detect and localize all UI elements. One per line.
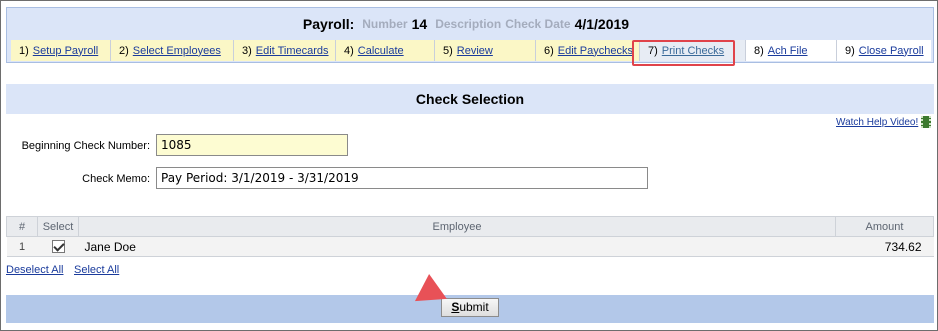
step-link-print-checks[interactable]: Print Checks	[662, 45, 724, 57]
submit-button[interactable]: Submit	[441, 298, 499, 317]
step-link-review[interactable]: Review	[457, 45, 493, 57]
step-setup-payroll[interactable]: 1) Setup Payroll	[11, 40, 111, 61]
step-link-calculate[interactable]: Calculate	[358, 45, 404, 57]
wizard-steps: 1) Setup Payroll 2) Select Employees 3) Edi…	[11, 40, 931, 61]
pointer-arrow-icon	[413, 272, 447, 302]
select-all-link[interactable]: Select All	[74, 264, 119, 276]
payroll-title-row: Payroll: Number 14 Description Check Dat…	[7, 8, 933, 40]
step-select-employees[interactable]: 2) Select Employees	[111, 40, 234, 61]
step-link-close-payroll[interactable]: Close Payroll	[859, 45, 924, 57]
step-link-ach-file[interactable]: Ach File	[768, 45, 808, 57]
submit-label-rest: ubmit	[459, 300, 489, 314]
step-link-edit-paychecks[interactable]: Edit Paychecks	[558, 45, 633, 57]
table-header-row: # Select Employee Amount	[6, 216, 934, 237]
beginning-check-input[interactable]	[156, 134, 348, 156]
row-amount: 734.62	[835, 236, 934, 257]
step-ach-file[interactable]: 8) Ach File	[746, 40, 837, 61]
check-memo-input[interactable]	[156, 167, 648, 189]
header-select[interactable]: Select	[37, 216, 79, 237]
payroll-title: Payroll:	[302, 16, 355, 32]
header-employee[interactable]: Employee	[78, 216, 836, 237]
check-memo-label: Check Memo:	[82, 173, 150, 185]
number-label: Number	[362, 17, 408, 31]
header-num: #	[6, 216, 38, 237]
payroll-wizard: Payroll: Number 14 Description Check Dat…	[6, 7, 934, 63]
row-select-cell	[37, 236, 79, 257]
step-link-select-employees[interactable]: Select Employees	[133, 45, 221, 57]
step-print-checks[interactable]: 7) Print Checks	[640, 40, 746, 61]
step-calculate[interactable]: 4) Calculate	[336, 40, 435, 61]
header-amount[interactable]: Amount	[835, 216, 934, 237]
check-date-value: 4/1/2019	[574, 16, 630, 32]
table-row: 1 Jane Doe 734.62	[6, 236, 934, 257]
check-date-label: Check Date	[505, 17, 571, 31]
deselect-all-link[interactable]: Deselect All	[6, 264, 63, 276]
beginning-check-label: Beginning Check Number:	[21, 140, 150, 152]
step-edit-timecards[interactable]: 3) Edit Timecards	[234, 40, 336, 61]
description-label: Description	[435, 17, 502, 31]
step-close-payroll[interactable]: 9) Close Payroll	[837, 40, 931, 61]
step-review[interactable]: 5) Review	[435, 40, 536, 61]
employee-check-table: # Select Employee Amount 1 Jane Doe 734.…	[6, 216, 934, 257]
film-icon	[921, 116, 932, 128]
step-edit-paychecks[interactable]: 6) Edit Paychecks	[536, 40, 640, 61]
step-link-edit-timecards[interactable]: Edit Timecards	[256, 45, 329, 57]
help-video-label: Watch Help Video!	[836, 116, 919, 128]
number-value: 14	[411, 16, 428, 32]
row-select-checkbox[interactable]	[51, 240, 65, 253]
row-employee: Jane Doe	[78, 236, 836, 257]
step-link-setup-payroll[interactable]: Setup Payroll	[33, 45, 98, 57]
help-video-link[interactable]: Watch Help Video!	[836, 116, 932, 128]
section-title: Check Selection	[6, 84, 934, 114]
row-num: 1	[6, 236, 38, 257]
